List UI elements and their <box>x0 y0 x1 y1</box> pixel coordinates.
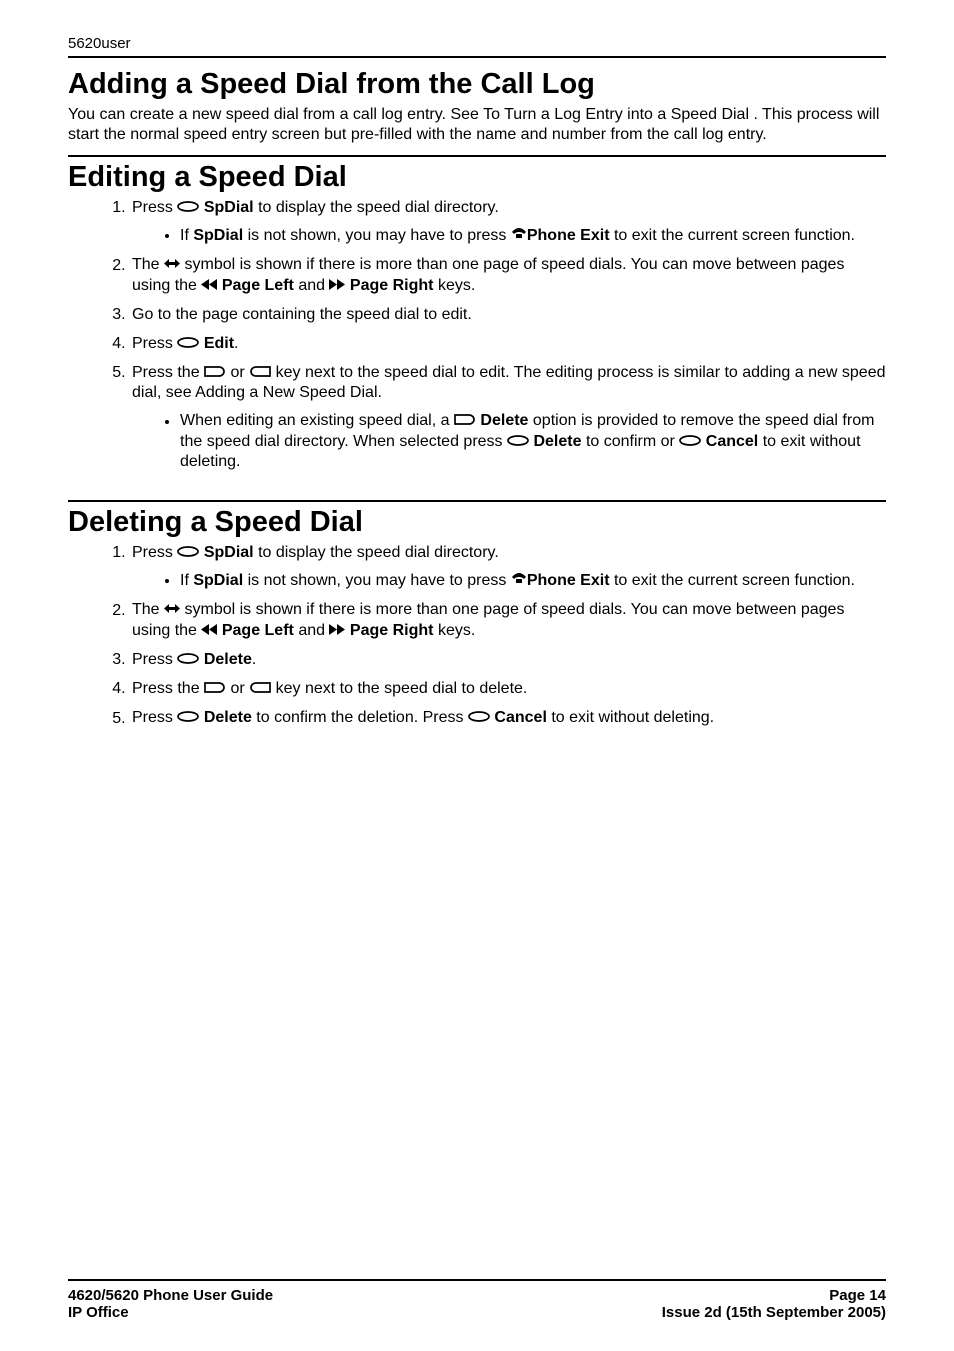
text: Page Right <box>350 277 434 294</box>
text: Cancel <box>706 433 758 450</box>
softkey-oval-icon <box>507 432 529 452</box>
text: Page Left <box>222 622 294 639</box>
text: Page Right <box>350 622 434 639</box>
softkey-oval-icon <box>177 543 199 563</box>
key-left-icon <box>249 363 271 383</box>
text: to confirm the deletion. Press <box>256 710 463 727</box>
softkey-oval-icon <box>177 650 199 670</box>
softkey-oval-icon <box>679 432 701 452</box>
list-item: The symbol is shown if there is more tha… <box>130 255 886 295</box>
rewind-icon <box>201 276 217 296</box>
list-item: The symbol is shown if there is more tha… <box>130 600 886 640</box>
text: Press the <box>132 680 200 697</box>
text: If <box>180 227 189 244</box>
text: is not shown, you may have to press <box>248 572 507 589</box>
text: keys. <box>438 622 475 639</box>
text: and <box>298 622 325 639</box>
left-right-arrow-icon <box>164 255 180 275</box>
fast-forward-icon <box>329 276 345 296</box>
text: to confirm or <box>586 433 675 450</box>
text: to exit the current screen function. <box>614 227 855 244</box>
text: When editing an existing speed dial, a <box>180 413 450 430</box>
text: SpDial <box>193 227 243 244</box>
text: or <box>231 364 245 381</box>
text: The <box>132 602 160 619</box>
footer-page-number: Page 14 <box>662 1287 886 1304</box>
softkey-oval-icon <box>177 334 199 354</box>
text: Delete <box>204 710 252 727</box>
phone-icon <box>511 226 527 246</box>
text: or <box>231 680 245 697</box>
page-footer: 4620/5620 Phone User Guide IP Office Pag… <box>68 1279 886 1321</box>
text: SpDial <box>193 572 243 589</box>
list-item: Press Delete. <box>130 650 886 670</box>
list-item: Go to the page containing the speed dial… <box>130 305 886 325</box>
softkey-oval-icon <box>177 198 199 218</box>
adding-body: You can create a new speed dial from a c… <box>68 105 886 145</box>
list-item: Press SpDial to display the speed dial d… <box>130 543 886 591</box>
text: to display the speed dial directory. <box>258 544 499 561</box>
running-header: 5620user <box>68 35 886 58</box>
text: Delete <box>533 433 581 450</box>
text: Press <box>132 199 173 216</box>
text: Press <box>132 335 173 352</box>
text: Page Left <box>222 277 294 294</box>
text: Phone Exit <box>527 572 610 589</box>
list-item: If SpDial is not shown, you may have to … <box>180 226 886 246</box>
text: Cancel <box>494 710 546 727</box>
section-title-editing: Editing a Speed Dial <box>68 161 886 194</box>
section-title-deleting: Deleting a Speed Dial <box>68 506 886 539</box>
text: Press <box>132 710 173 727</box>
list-item: Press the or key next to the speed dial … <box>130 679 886 699</box>
fast-forward-icon <box>329 621 345 641</box>
text: If <box>180 572 189 589</box>
text: to exit without deleting. <box>551 710 714 727</box>
section-title-adding: Adding a Speed Dial from the Call Log <box>68 68 886 101</box>
key-left-icon <box>249 679 271 699</box>
text: SpDial <box>204 544 254 561</box>
text: key next to the speed dial to delete. <box>276 680 528 697</box>
text: to exit the current screen function. <box>614 572 855 589</box>
text: key next to the speed dial to edit. The … <box>132 364 885 401</box>
list-item: Press Delete to confirm the deletion. Pr… <box>130 708 886 728</box>
text: Phone Exit <box>527 227 610 244</box>
footer-issue: Issue 2d (15th September 2005) <box>662 1304 886 1321</box>
list-item: Press SpDial to display the speed dial d… <box>130 198 886 246</box>
list-item: Press Edit. <box>130 334 886 354</box>
text: to display the speed dial directory. <box>258 199 499 216</box>
list-item: When editing an existing speed dial, a D… <box>180 411 886 471</box>
rewind-icon <box>201 621 217 641</box>
key-right-icon <box>204 363 226 383</box>
list-item: Press the or key next to the speed dial … <box>130 363 886 472</box>
softkey-oval-icon <box>468 708 490 728</box>
softkey-oval-icon <box>177 708 199 728</box>
footer-product: IP Office <box>68 1304 273 1321</box>
text: Press <box>132 651 173 668</box>
key-right-icon <box>204 679 226 699</box>
key-right-icon <box>454 411 476 431</box>
text: Delete <box>204 651 252 668</box>
text: is not shown, you may have to press <box>248 227 507 244</box>
text: The <box>132 257 160 274</box>
text: Press <box>132 544 173 561</box>
text: Edit <box>204 335 234 352</box>
list-item: If SpDial is not shown, you may have to … <box>180 571 886 591</box>
text: Press the <box>132 364 200 381</box>
text: SpDial <box>204 199 254 216</box>
left-right-arrow-icon <box>164 600 180 620</box>
text: keys. <box>438 277 475 294</box>
text: Delete <box>480 413 528 430</box>
phone-icon <box>511 571 527 591</box>
text: and <box>298 277 325 294</box>
footer-guide-title: 4620/5620 Phone User Guide <box>68 1287 273 1304</box>
